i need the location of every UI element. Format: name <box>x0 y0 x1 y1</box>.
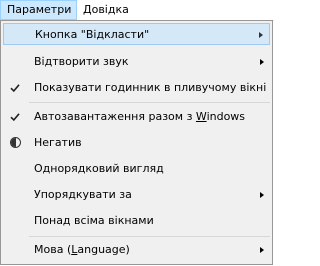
parameters-dropdown: Кнопка "Відкласти" Відтворити звук Показ… <box>0 20 273 265</box>
checkmark-icon <box>10 113 20 122</box>
submenu-arrow-icon <box>260 247 264 253</box>
menu-bar: Параметри Довідка <box>0 0 274 21</box>
menu-help[interactable]: Довідка <box>77 0 135 20</box>
menu-item-arrange-by[interactable]: Упорядкувати за <box>3 184 270 206</box>
checkmark-icon <box>10 84 20 93</box>
submenu-arrow-icon <box>260 192 264 198</box>
menu-item-autostart-windows[interactable]: Автозавантаження разом з Windows <box>3 106 270 128</box>
menu-item-label: Показувати годинник в пливучому вікні <box>34 81 267 94</box>
menu-item-label: Однорядковий вигляд <box>34 162 164 175</box>
menu-item-label: Відтворити звук <box>34 55 129 68</box>
submenu-arrow-icon <box>259 32 263 38</box>
menu-item-show-clock-float[interactable]: Показувати годинник в пливучому вікні <box>3 77 270 99</box>
menu-item-always-on-top[interactable]: Понад всіма вікнами <box>3 210 270 232</box>
menu-item-label: Упорядкувати за <box>34 188 132 201</box>
menu-item-uniform-look[interactable]: Однорядковий вигляд <box>3 158 270 180</box>
menu-separator <box>29 102 270 103</box>
menu-item-label: Негатив <box>34 136 82 149</box>
submenu-arrow-icon <box>260 59 264 65</box>
menu-item-label: Автозавантаження разом з Windows <box>34 110 246 123</box>
menu-item-label: Мова (Language) <box>34 243 130 256</box>
menu-separator <box>29 236 270 237</box>
menu-item-language[interactable]: Мова (Language) <box>3 239 270 261</box>
menu-item-play-sound[interactable]: Відтворити звук <box>3 51 270 73</box>
menu-item-snooze-button[interactable]: Кнопка "Відкласти" <box>3 23 270 45</box>
menu-parameters[interactable]: Параметри <box>0 0 77 20</box>
menu-item-label: Кнопка "Відкласти" <box>35 28 150 41</box>
contrast-icon <box>10 137 21 148</box>
menu-item-negative[interactable]: Негатив <box>3 132 270 154</box>
menu-item-label: Понад всіма вікнами <box>34 214 154 227</box>
